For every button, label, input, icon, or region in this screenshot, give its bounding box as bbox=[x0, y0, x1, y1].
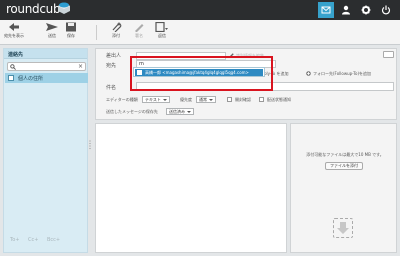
suggestion-text: 高橋一郎 <magashima@jfaktq4glq4glqgl5qg4.com… bbox=[145, 70, 249, 75]
add-to-button[interactable]: To+ bbox=[10, 237, 19, 243]
attach-button[interactable]: 添付 bbox=[104, 22, 128, 43]
delivery-status-label: 配送状態通知 bbox=[267, 97, 291, 102]
add-file-button[interactable]: ファイルを添付 bbox=[325, 162, 363, 170]
power-icon bbox=[381, 5, 391, 15]
contacts-sidebar: 連絡先 × 個人の住所 To+ Cc+ Bcc+ bbox=[3, 48, 88, 253]
search-clear-icon[interactable]: × bbox=[78, 63, 83, 71]
attachments-panel: 添付可能なファイルは最大で10 MB です。 ファイルを添付 bbox=[290, 123, 397, 253]
autocomplete-popup: 高橋一郎 <magashima@jfaktq4glq4glqgl5qg4.com… bbox=[133, 67, 265, 77]
return-receipt-checkbox[interactable] bbox=[227, 97, 232, 102]
signature-label: 署名 bbox=[135, 33, 143, 38]
compose-toolbar: 宛先を表示 送信 保存 添付 署名 返信 bbox=[0, 20, 400, 45]
paperclip-icon bbox=[112, 22, 122, 32]
save-button[interactable]: 保存 bbox=[59, 22, 83, 43]
add-followup-to-link[interactable]: フォロー先(Followup-To)を追加 bbox=[313, 71, 371, 77]
return-receipt-label: 開封確認 bbox=[235, 97, 251, 102]
file-drop-zone[interactable] bbox=[333, 218, 353, 238]
mail-icon bbox=[321, 6, 331, 14]
send-icon bbox=[46, 23, 58, 31]
delivery-status-checkbox[interactable] bbox=[259, 97, 264, 102]
contacts-toggle-label: 宛先を表示 bbox=[4, 33, 24, 38]
contact-search-input[interactable]: × bbox=[7, 62, 86, 71]
editor-type-label: エディターの種類 bbox=[106, 97, 138, 102]
sidebar-title: 連絡先 bbox=[8, 52, 24, 58]
logo-cube-icon bbox=[58, 2, 70, 14]
settings-nav-button[interactable] bbox=[358, 2, 374, 18]
subject-label: 件名 bbox=[106, 85, 117, 91]
toolbar-separator bbox=[96, 25, 97, 40]
priority-label: 優先度 bbox=[180, 97, 192, 102]
signature-button[interactable]: 署名 bbox=[127, 22, 151, 43]
user-icon bbox=[342, 5, 350, 15]
contacts-toggle-button[interactable]: 宛先を表示 bbox=[2, 22, 26, 43]
responses-icon bbox=[155, 22, 168, 32]
editor-type-select[interactable]: テキスト bbox=[142, 96, 170, 103]
logout-nav-button[interactable] bbox=[378, 2, 394, 18]
save-sent-label: 送信したメッセージの保存先 bbox=[106, 109, 158, 114]
save-sent-select[interactable]: 送信済み bbox=[166, 108, 194, 115]
options-toggle-icon[interactable] bbox=[383, 51, 394, 58]
signature-icon bbox=[135, 24, 144, 32]
autocomplete-suggestion[interactable]: 高橋一郎 <magashima@jfaktq4glq4glqgl5qg4.com… bbox=[135, 69, 263, 76]
mail-nav-button[interactable] bbox=[318, 2, 334, 18]
save-label: 保存 bbox=[67, 33, 75, 38]
from-label: 差出人 bbox=[106, 53, 122, 59]
pane-splitter-icon[interactable] bbox=[89, 140, 91, 150]
top-bar: roundcube bbox=[0, 0, 400, 20]
message-body-editor[interactable] bbox=[95, 123, 287, 253]
responses-button[interactable]: 返信 bbox=[150, 22, 174, 43]
contact-icon bbox=[137, 70, 142, 75]
arrow-left-icon bbox=[9, 23, 19, 31]
add-cc-button[interactable]: Cc+ bbox=[28, 237, 38, 243]
download-arrow-icon bbox=[337, 222, 349, 234]
add-bcc-button[interactable]: Bcc+ bbox=[47, 237, 60, 243]
search-icon bbox=[10, 64, 16, 70]
attachment-max-size-text: 添付可能なファイルは最大で10 MB です。 bbox=[306, 152, 384, 157]
priority-select[interactable]: 通常 bbox=[196, 96, 216, 103]
plus-circle-icon bbox=[306, 71, 311, 76]
contacts-nav-button[interactable] bbox=[338, 2, 354, 18]
sidebar-header: 連絡先 bbox=[4, 49, 87, 59]
gear-icon bbox=[361, 5, 371, 15]
to-label: 宛先 bbox=[106, 63, 117, 69]
sidebar-item-label: 個人の住所 bbox=[18, 76, 44, 82]
sidebar-item-personal-addresses[interactable]: 個人の住所 bbox=[5, 73, 88, 83]
addressbook-icon bbox=[8, 75, 14, 81]
save-icon bbox=[66, 22, 76, 32]
responses-label: 返信 bbox=[158, 33, 166, 38]
attach-label: 添付 bbox=[112, 33, 120, 38]
